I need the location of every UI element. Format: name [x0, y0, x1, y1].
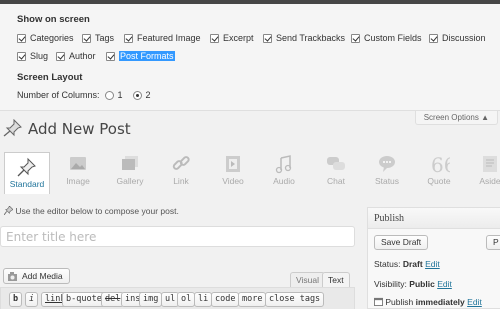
camera-music-icon — [8, 271, 17, 281]
show-on-screen-heading: Show on screen — [17, 14, 90, 25]
checkbox-author[interactable]: Author — [56, 51, 96, 61]
publish-date-value: immediately — [415, 297, 465, 307]
svg-text:66: 66 — [431, 154, 450, 174]
post-title-input[interactable]: Enter title here — [0, 226, 355, 247]
format-chat[interactable]: Chat — [313, 150, 359, 194]
format-gallery[interactable]: Gallery — [107, 150, 153, 194]
music-note-icon — [275, 155, 292, 174]
format-quote[interactable]: 66 Quote — [416, 150, 462, 194]
checkbox-box[interactable] — [124, 33, 133, 43]
save-draft-button[interactable]: Save Draft — [374, 235, 429, 250]
checkbox-box[interactable] — [263, 33, 272, 43]
checkbox-categories[interactable]: Categories — [17, 33, 74, 43]
page-title: Add New Post — [28, 120, 131, 138]
qt-code-button[interactable]: code — [211, 292, 240, 307]
qt-italic-button[interactable]: i — [25, 292, 39, 307]
format-link[interactable]: Link — [158, 150, 204, 194]
calendar-icon — [374, 297, 383, 306]
qt-ol-button[interactable]: ol — [177, 292, 196, 307]
checkbox-post-formats[interactable]: Post Formats — [106, 51, 175, 61]
checkbox-excerpt[interactable]: Excerpt — [210, 33, 254, 43]
radio-columns-2[interactable] — [132, 90, 142, 100]
checkbox-custom-fields[interactable]: Custom Fields — [351, 33, 422, 43]
qt-li-button[interactable]: li — [194, 292, 213, 307]
checkbox-box[interactable] — [429, 33, 438, 43]
tab-text[interactable]: Text — [322, 272, 350, 287]
image-icon — [70, 157, 86, 170]
edit-status-link[interactable]: Edit — [425, 259, 440, 269]
gallery-icon — [122, 156, 138, 170]
quote-icon: 66 — [431, 154, 450, 174]
status-bubble-icon — [379, 156, 395, 172]
aside-icon — [483, 156, 497, 172]
qt-bold-button[interactable]: b — [9, 292, 23, 307]
film-icon — [226, 156, 240, 172]
format-video[interactable]: Video — [210, 150, 256, 194]
checkbox-box[interactable] — [17, 51, 26, 61]
publish-box: Publish Save Draft P Status: Draft Edit … — [367, 207, 500, 309]
format-standard[interactable]: Standard — [4, 152, 50, 194]
radio-columns-1[interactable] — [104, 90, 114, 100]
pushpin-icon — [17, 157, 36, 177]
checkbox-box[interactable] — [56, 51, 65, 61]
columns-label: Number of Columns: — [17, 90, 100, 100]
visibility-row: Visibility: Public Edit — [374, 279, 452, 289]
format-image[interactable]: Image — [55, 150, 101, 194]
tab-visual[interactable]: Visual — [290, 272, 325, 287]
pushpin-icon — [3, 205, 14, 216]
add-media-button[interactable]: Add Media — [3, 268, 70, 284]
checkbox-box[interactable] — [106, 51, 115, 61]
compose-prompt: Use the editor below to compose your pos… — [3, 205, 179, 216]
checkbox-box[interactable] — [210, 33, 219, 43]
edit-visibility-link[interactable]: Edit — [437, 279, 452, 289]
checkbox-send-trackbacks[interactable]: Send Trackbacks — [263, 33, 345, 43]
screen-layout-heading: Screen Layout — [17, 72, 83, 83]
columns-row: Number of Columns: 1 2 — [17, 90, 151, 100]
qt-img-button[interactable]: img — [139, 292, 163, 307]
post-format-selector: Standard Image Gallery Link Video Audio … — [0, 150, 500, 194]
format-audio[interactable]: Audio — [261, 150, 307, 194]
checkbox-featured-image[interactable]: Featured Image — [124, 33, 201, 43]
pushpin-icon — [3, 119, 22, 137]
screen-options-tab[interactable]: Screen Options ▲ — [414, 111, 498, 125]
chain-link-icon — [172, 156, 190, 170]
status-value: Draft — [402, 259, 423, 269]
checkbox-box[interactable] — [82, 33, 91, 43]
publish-date-row: Publish immediately Edit — [374, 297, 482, 307]
qt-close-tags-button[interactable]: close tags — [265, 292, 325, 307]
status-row: Status: Draft Edit — [374, 259, 440, 269]
checkbox-slug[interactable]: Slug — [17, 51, 48, 61]
format-status[interactable]: Status — [364, 150, 410, 194]
checkbox-box[interactable] — [17, 33, 26, 43]
quicktags-toolbar: b i link b-quote del ins img ul ol li co… — [0, 287, 355, 309]
preview-button[interactable]: P — [486, 235, 500, 250]
chat-bubbles-icon — [327, 157, 345, 170]
screen-options-panel: Show on screen Categories Tags Featured … — [0, 4, 500, 111]
visibility-value: Public — [409, 279, 435, 289]
checkbox-box[interactable] — [351, 33, 360, 43]
publish-heading: Publish — [368, 208, 500, 229]
checkbox-discussion[interactable]: Discussion — [429, 33, 486, 43]
checkbox-tags[interactable]: Tags — [82, 33, 114, 43]
edit-date-link[interactable]: Edit — [467, 297, 482, 307]
format-aside[interactable]: Aside — [467, 150, 500, 194]
qt-blockquote-button[interactable]: b-quote — [62, 292, 106, 307]
qt-more-button[interactable]: more — [238, 292, 267, 307]
